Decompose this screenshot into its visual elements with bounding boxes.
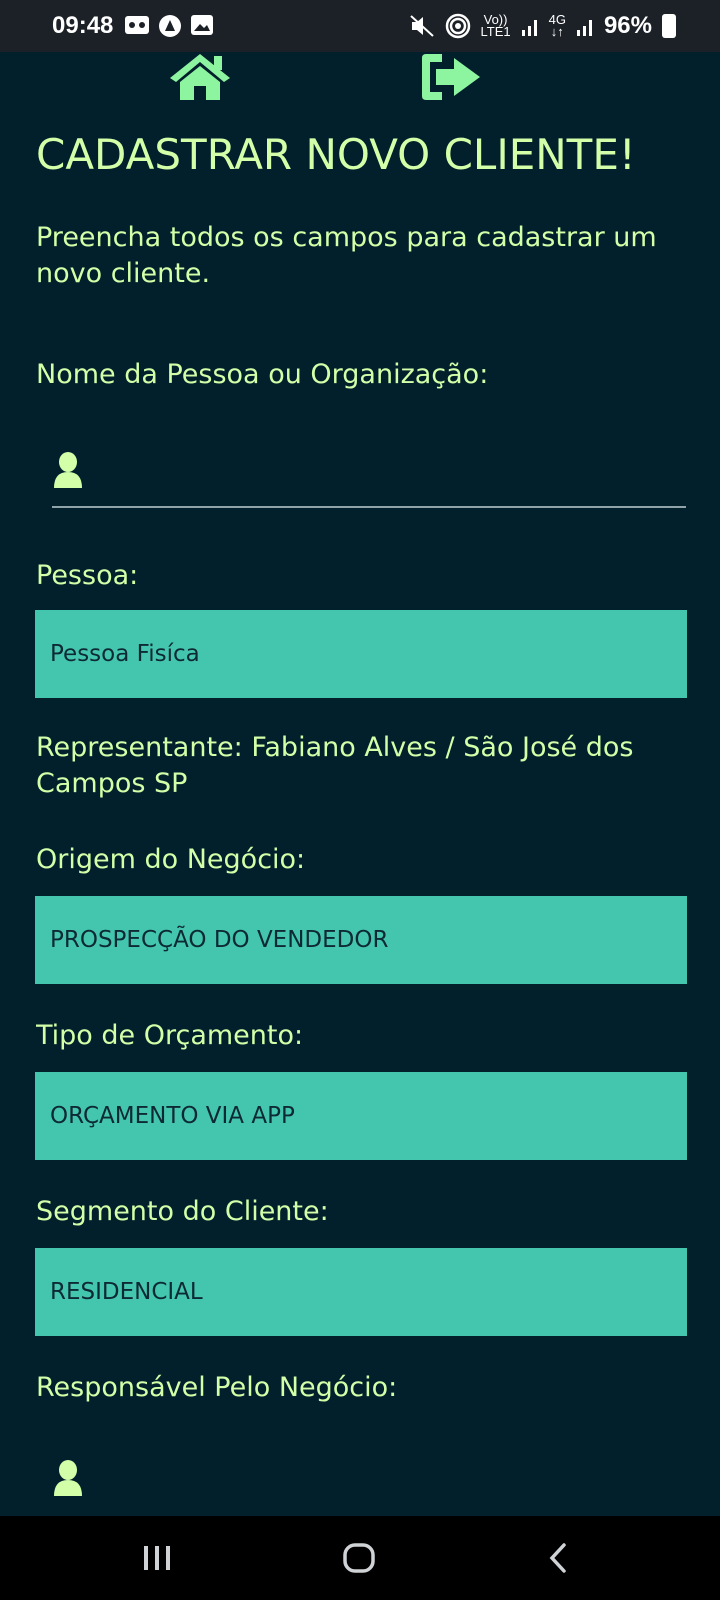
segmento-label: Segmento do Cliente: bbox=[36, 1196, 329, 1227]
origem-label: Origem do Negócio: bbox=[36, 844, 306, 875]
name-input[interactable] bbox=[102, 432, 682, 506]
battery-icon bbox=[662, 14, 676, 38]
tipo-label: Tipo de Orçamento: bbox=[36, 1020, 304, 1051]
notification-icons bbox=[124, 14, 214, 38]
status-right: Vo)) LTE1 4G ↓↑ 96% bbox=[409, 12, 676, 40]
recents-icon[interactable] bbox=[142, 1544, 172, 1572]
network-type-indicator: 4G ↓↑ bbox=[548, 12, 566, 39]
page-subtitle: Preencha todos os campos para cadastrar … bbox=[36, 222, 657, 289]
back-icon[interactable] bbox=[548, 1542, 568, 1574]
signal-icon-2 bbox=[576, 20, 592, 36]
pessoa-label: Pessoa: bbox=[36, 560, 139, 591]
battery-percentage: 96% bbox=[603, 12, 652, 39]
app-content: CADASTRAR NOVO CLIENTE! Preencha todos o… bbox=[0, 52, 720, 1516]
app-notification-icon bbox=[159, 15, 181, 37]
name-field[interactable] bbox=[52, 432, 686, 508]
voicemail-icon bbox=[125, 16, 149, 34]
pessoa-select[interactable]: Pessoa Fisíca bbox=[35, 610, 687, 698]
nav-home-icon[interactable] bbox=[342, 1542, 376, 1574]
page-title: CADASTRAR NOVO CLIENTE! bbox=[36, 130, 636, 179]
status-time: 09:48 bbox=[52, 12, 114, 39]
origem-select[interactable]: PROSPECÇÃO DO VENDEDOR bbox=[35, 896, 687, 984]
tipo-select[interactable]: ORÇAMENTO VIA APP bbox=[35, 1072, 687, 1160]
status-bar: 09:48 Vo)) LTE1 4G ↓↑ 96% bbox=[0, 0, 720, 52]
segmento-select[interactable]: RESIDENCIAL bbox=[35, 1248, 687, 1336]
gallery-icon bbox=[191, 15, 213, 35]
system-nav-bar bbox=[0, 1516, 720, 1600]
logout-icon[interactable] bbox=[418, 52, 482, 102]
home-icon[interactable] bbox=[168, 52, 232, 102]
representante-text: Representante: Fabiano Alves / São José … bbox=[36, 732, 634, 799]
user-icon bbox=[54, 452, 82, 488]
volte-indicator: Vo)) LTE1 bbox=[480, 12, 511, 39]
user-icon[interactable] bbox=[52, 1460, 84, 1498]
hotspot-icon bbox=[445, 13, 470, 39]
mute-icon bbox=[409, 15, 434, 37]
signal-icon-1 bbox=[521, 20, 537, 36]
responsavel-label: Responsável Pelo Negócio: bbox=[36, 1372, 398, 1403]
name-label: Nome da Pessoa ou Organização: bbox=[36, 359, 489, 390]
